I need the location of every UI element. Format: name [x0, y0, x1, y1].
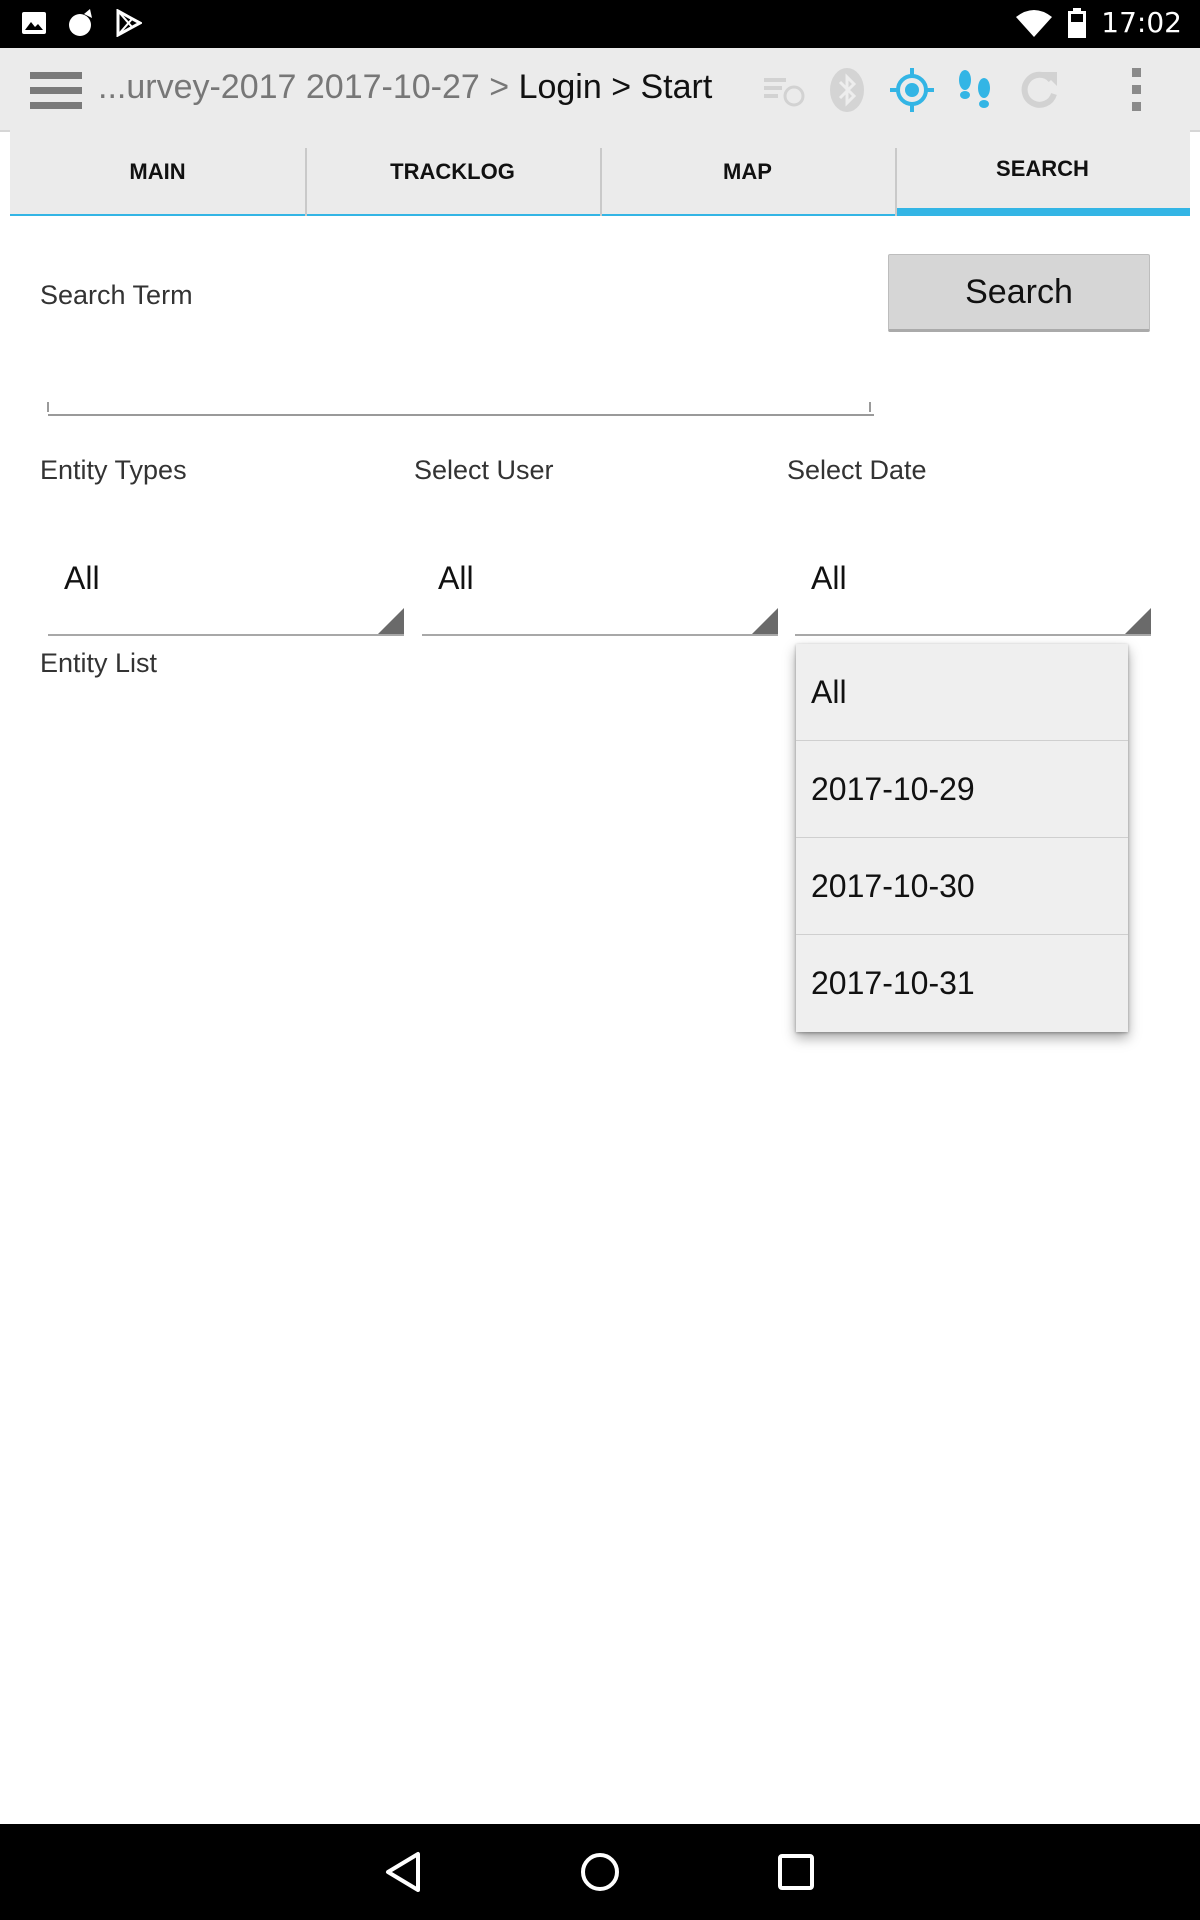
hamburger-menu-icon[interactable]: [30, 70, 82, 110]
app-bar: ...urvey-2017 2017-10-27 > Login > Start: [0, 48, 1200, 132]
tab-main[interactable]: MAIN: [10, 130, 305, 216]
dropdown-triangle-icon: [1125, 608, 1151, 634]
select-date-label: Select Date: [787, 455, 927, 485]
gps-locate-icon[interactable]: [888, 66, 936, 114]
entity-list-label: Entity List: [40, 648, 158, 678]
select-user-label: Select User: [414, 455, 554, 485]
dropdown-triangle-icon: [378, 608, 404, 634]
recents-icon[interactable]: [772, 1848, 820, 1896]
entity-types-label: Entity Types: [40, 455, 187, 485]
input-edge-left: [47, 402, 49, 412]
select-date-spinner[interactable]: All: [795, 540, 1151, 636]
footsteps-icon[interactable]: [951, 66, 999, 114]
date-option-2017-10-31[interactable]: 2017-10-31: [796, 935, 1128, 1032]
tab-label: TRACKLOG: [390, 159, 515, 184]
home-icon[interactable]: [576, 1848, 624, 1896]
input-edge-right: [869, 402, 871, 412]
refresh-icon[interactable]: [1015, 66, 1063, 114]
date-option-2017-10-29[interactable]: 2017-10-29: [796, 741, 1128, 838]
status-clock: 17:02: [1101, 6, 1182, 39]
select-user-spinner[interactable]: All: [422, 540, 778, 636]
breadcrumb-project[interactable]: ...urvey-2017 2017-10-27 >: [98, 68, 519, 106]
tab-search[interactable]: SEARCH: [895, 130, 1190, 216]
breadcrumb-current[interactable]: Login > Start: [519, 68, 713, 106]
select-user-value: All: [438, 560, 474, 596]
status-bar: 17:02: [0, 0, 1200, 48]
tab-tracklog[interactable]: TRACKLOG: [305, 130, 600, 216]
notification-icons: [20, 8, 142, 38]
tab-label: SEARCH: [996, 156, 1089, 181]
back-icon[interactable]: [380, 1848, 428, 1896]
system-nav-bar: [0, 1824, 1200, 1920]
search-button[interactable]: Search: [888, 254, 1150, 332]
bluetooth-icon[interactable]: [823, 66, 871, 114]
battery-icon: [1068, 7, 1087, 38]
tab-label: MAP: [723, 159, 772, 184]
search-term-label: Search Term: [40, 280, 193, 310]
overflow-menu-icon[interactable]: [1112, 66, 1160, 114]
tab-map[interactable]: MAP: [600, 130, 895, 216]
dropdown-triangle-icon: [752, 608, 778, 634]
breadcrumb[interactable]: ...urvey-2017 2017-10-27 > Login > Start: [98, 68, 712, 107]
entity-types-spinner[interactable]: All: [48, 540, 404, 636]
date-option-2017-10-30[interactable]: 2017-10-30: [796, 838, 1128, 935]
search-input[interactable]: [48, 372, 874, 416]
image-notification-icon: [22, 12, 46, 34]
play-store-icon: [116, 9, 142, 37]
wifi-icon: [1016, 9, 1053, 37]
select-date-value: All: [811, 560, 847, 596]
sync-list-icon[interactable]: [760, 66, 808, 114]
tab-label: MAIN: [129, 159, 186, 184]
cat-app-icon: [69, 9, 92, 36]
tab-bar: MAIN TRACKLOG MAP SEARCH: [10, 130, 1190, 216]
date-option-all[interactable]: All: [796, 644, 1128, 741]
entity-types-value: All: [64, 560, 100, 596]
date-dropdown-menu: All 2017-10-29 2017-10-30 2017-10-31: [796, 644, 1128, 1032]
